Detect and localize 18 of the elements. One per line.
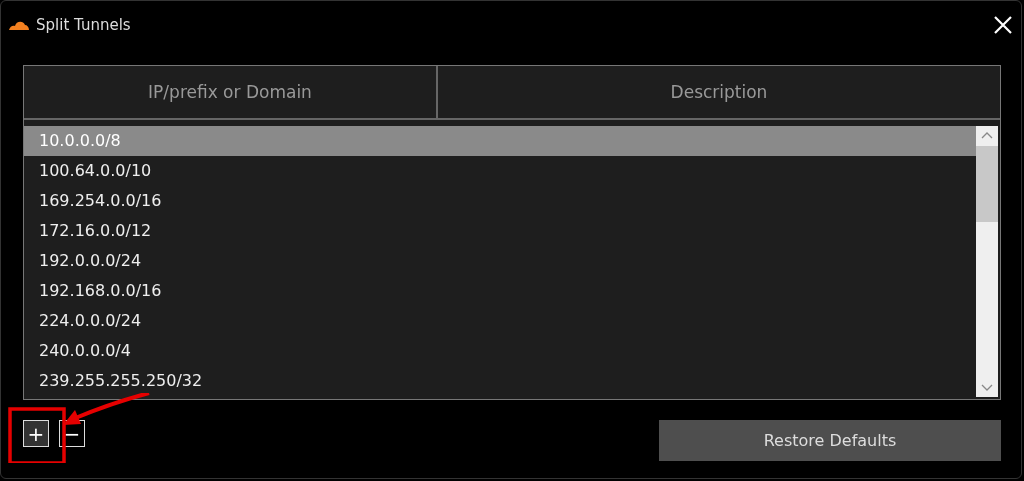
scrollbar[interactable] — [976, 126, 998, 397]
column-header[interactable]: IP/prefix or Domain — [24, 66, 438, 118]
table-row[interactable]: 240.0.0.0/4 — [24, 336, 976, 366]
table-row[interactable]: 239.255.255.250/32 — [24, 366, 976, 396]
close-icon[interactable] — [993, 15, 1013, 35]
add-button[interactable]: + — [23, 420, 49, 447]
table-row[interactable]: 192.168.0.0/16 — [24, 276, 976, 306]
table-row[interactable]: 100.64.0.0/10 — [24, 156, 976, 186]
table-row[interactable]: 192.0.0.0/24 — [24, 246, 976, 276]
column-header[interactable]: Description — [438, 66, 1000, 118]
table-row[interactable]: 169.254.0.0/16 — [24, 186, 976, 216]
restore-defaults-button[interactable]: Restore Defaults — [659, 420, 1001, 461]
table-row[interactable]: 172.16.0.0/12 — [24, 216, 976, 246]
window-title: Split Tunnels — [36, 16, 131, 34]
annotation-box — [8, 407, 66, 463]
scroll-thumb[interactable] — [976, 146, 998, 222]
table-row[interactable]: 224.0.0.0/24 — [24, 306, 976, 336]
cloud-icon — [8, 19, 30, 31]
